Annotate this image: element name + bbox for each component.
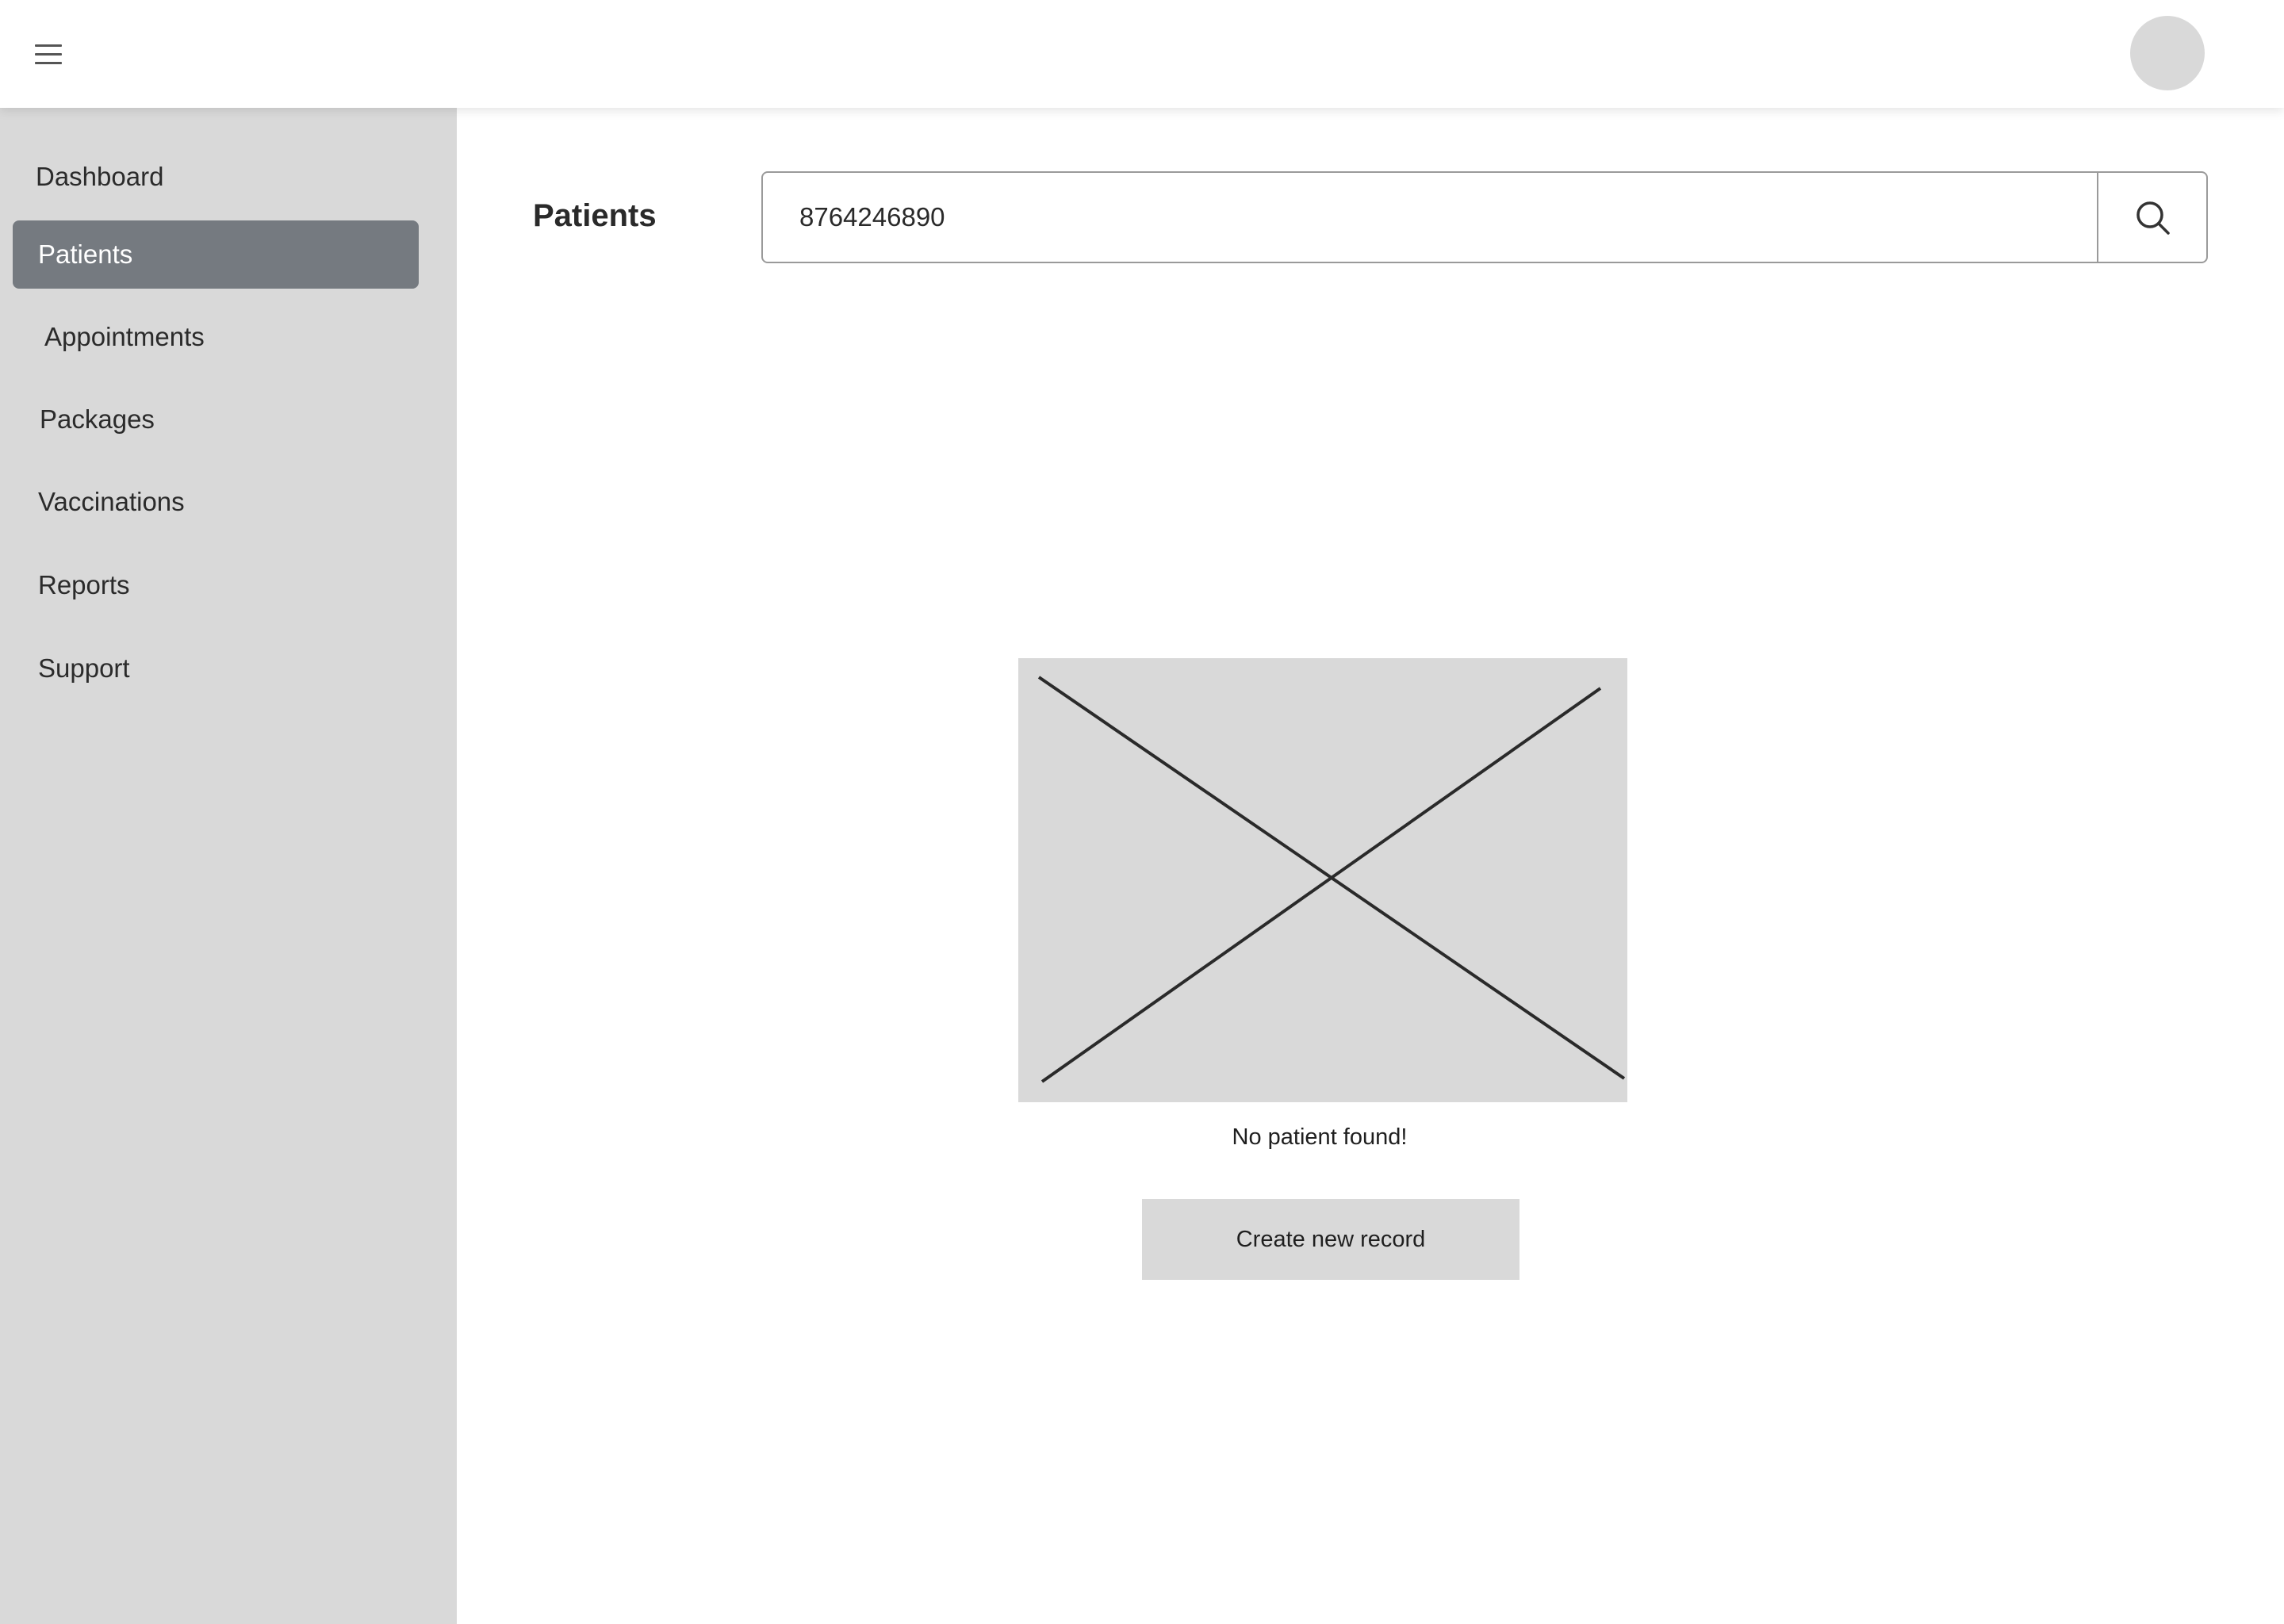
avatar[interactable] — [2130, 16, 2205, 90]
sidebar-item-support[interactable]: Support — [13, 634, 419, 703]
search-button[interactable] — [2097, 173, 2206, 262]
image-placeholder — [1018, 658, 1627, 1102]
hamburger-menu-icon[interactable] — [35, 43, 62, 67]
page-title: Patients — [533, 198, 657, 233]
empty-state-message: No patient found! — [1232, 1124, 1408, 1150]
sidebar-item-dashboard[interactable]: Dashboard — [13, 143, 419, 211]
search-bar — [761, 171, 2208, 263]
sidebar-item-appointments[interactable]: Appointments — [13, 303, 419, 371]
top-bar — [0, 0, 2284, 108]
search-input[interactable] — [763, 173, 2097, 262]
sidebar-item-vaccinations[interactable]: Vaccinations — [13, 468, 419, 536]
sidebar-item-packages[interactable]: Packages — [13, 385, 419, 454]
placeholder-cross-icon — [1037, 676, 1626, 1083]
sidebar-item-patients[interactable]: Patients — [13, 220, 419, 289]
sidebar-item-reports[interactable]: Reports — [13, 551, 419, 619]
create-new-record-button[interactable]: Create new record — [1142, 1199, 1519, 1280]
search-icon — [2136, 201, 2170, 235]
sidebar: Dashboard Patients Appointments Packages… — [0, 108, 457, 1624]
